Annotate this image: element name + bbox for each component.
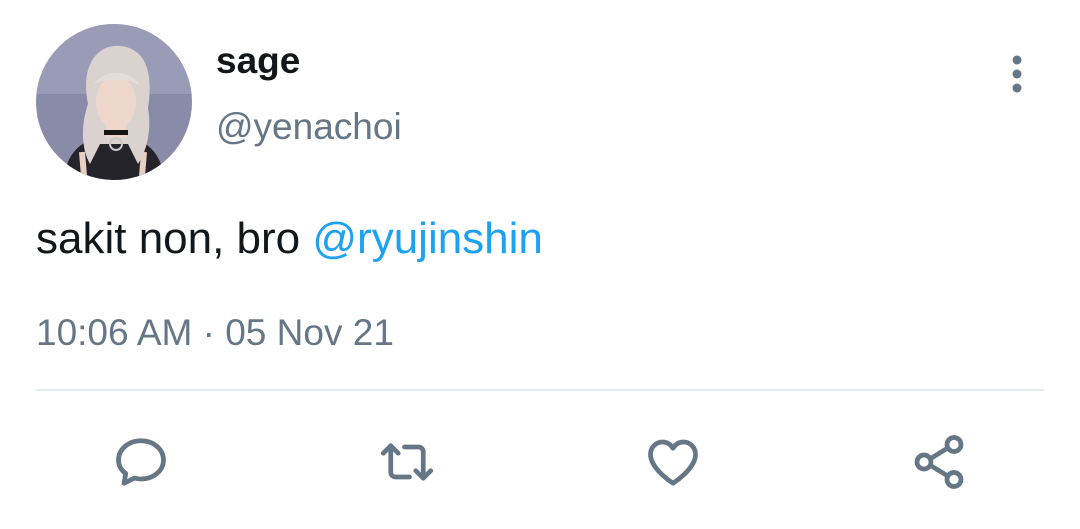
tweet-timestamp: 10:06 AM · 05 Nov 21	[36, 310, 394, 356]
tweet-body: sakit non, bro	[36, 214, 313, 263]
avatar[interactable]	[36, 24, 192, 180]
author-handle: @yenachoi	[216, 106, 402, 147]
tweet-text: sakit non, bro @ryujinshin	[36, 212, 543, 266]
meta-separator: ·	[202, 312, 215, 353]
retweet-button[interactable]	[375, 430, 439, 494]
author-display-name[interactable]: sage	[216, 38, 300, 84]
avatar-image	[36, 24, 192, 180]
tweet-time: 10:06 AM	[36, 312, 193, 353]
reply-button[interactable]	[109, 430, 173, 494]
like-button[interactable]	[641, 430, 705, 494]
retweet-icon	[380, 443, 434, 481]
share-icon	[914, 435, 964, 489]
more-options-button[interactable]	[996, 52, 1038, 96]
heart-icon	[648, 439, 698, 486]
share-button[interactable]	[907, 430, 971, 494]
divider	[36, 389, 1044, 391]
more-vertical-icon	[1012, 55, 1022, 93]
reply-icon	[116, 438, 166, 486]
mention-link[interactable]: @ryujinshin	[312, 214, 543, 263]
tweet-date: 05 Nov 21	[225, 312, 394, 353]
